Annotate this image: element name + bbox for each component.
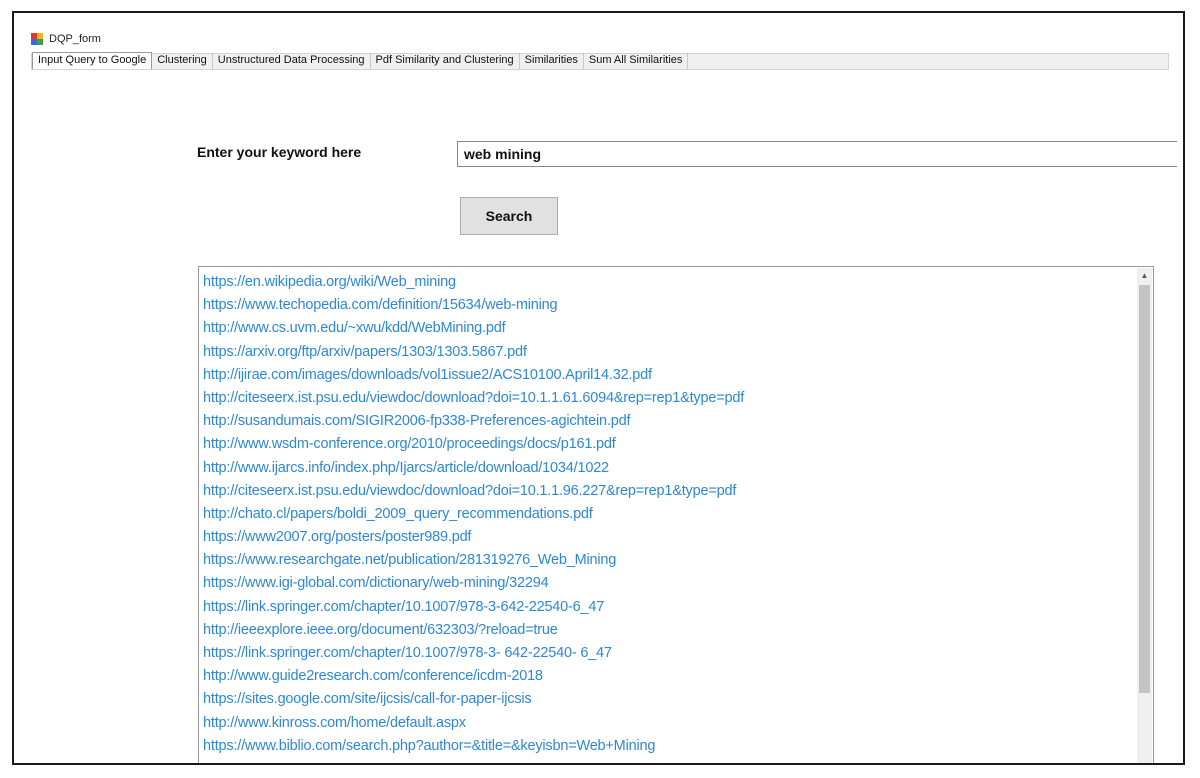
app-icon	[31, 33, 43, 45]
result-link[interactable]: http://ieeexplore.ieee.org/document/6323…	[203, 619, 744, 642]
results-list: https://en.wikipedia.org/wiki/Web_mining…	[203, 271, 744, 758]
result-link[interactable]: http://www.cs.uvm.edu/~xwu/kdd/WebMining…	[203, 317, 744, 340]
result-link[interactable]: http://susandumais.com/SIGIR2006-fp338-P…	[203, 410, 744, 433]
results-listbox[interactable]: https://en.wikipedia.org/wiki/Web_mining…	[198, 266, 1154, 763]
scroll-up-arrow-icon[interactable]: ▲	[1137, 268, 1152, 283]
tab-unstructured-data-processing[interactable]: Unstructured Data Processing	[213, 53, 371, 69]
result-link[interactable]: http://www.guide2research.com/conference…	[203, 665, 744, 688]
scrollbar-thumb[interactable]	[1139, 285, 1150, 693]
vertical-scrollbar[interactable]: ▲	[1137, 268, 1152, 763]
tab-pdf-similarity-clustering[interactable]: Pdf Similarity and Clustering	[371, 53, 520, 69]
result-link[interactable]: https://arxiv.org/ftp/arxiv/papers/1303/…	[203, 341, 744, 364]
result-link[interactable]: http://www.kinross.com/home/default.aspx	[203, 712, 744, 735]
result-link[interactable]: https://www2007.org/posters/poster989.pd…	[203, 526, 744, 549]
result-link[interactable]: https://www.igi-global.com/dictionary/we…	[203, 572, 744, 595]
result-link[interactable]: https://www.biblio.com/search.php?author…	[203, 735, 744, 758]
search-button[interactable]: Search	[460, 197, 558, 235]
keyword-input[interactable]	[457, 141, 1177, 167]
tab-sum-all-similarities[interactable]: Sum All Similarities	[584, 53, 689, 69]
result-link[interactable]: https://www.researchgate.net/publication…	[203, 549, 744, 572]
result-link[interactable]: https://link.springer.com/chapter/10.100…	[203, 642, 744, 665]
app-window: DQP_form Input Query to Google Clusterin…	[12, 11, 1185, 765]
result-link[interactable]: http://citeseerx.ist.psu.edu/viewdoc/dow…	[203, 480, 744, 503]
tab-input-query[interactable]: Input Query to Google	[32, 52, 153, 69]
result-link[interactable]: http://chato.cl/papers/boldi_2009_query_…	[203, 503, 744, 526]
window-titlebar: DQP_form	[31, 30, 101, 48]
keyword-label: Enter your keyword here	[197, 144, 362, 160]
result-link[interactable]: http://citeseerx.ist.psu.edu/viewdoc/dow…	[203, 387, 744, 410]
window-title: DQP_form	[49, 33, 101, 45]
result-link[interactable]: http://www.wsdm-conference.org/2010/proc…	[203, 433, 744, 456]
result-link[interactable]: https://www.techopedia.com/definition/15…	[203, 294, 744, 317]
result-link[interactable]: http://ijirae.com/images/downloads/vol1i…	[203, 364, 744, 387]
tab-similarities[interactable]: Similarities	[520, 53, 584, 69]
result-link[interactable]: https://sites.google.com/site/ijcsis/cal…	[203, 688, 744, 711]
result-link[interactable]: https://en.wikipedia.org/wiki/Web_mining	[203, 271, 744, 294]
result-link[interactable]: http://www.ijarcs.info/index.php/Ijarcs/…	[203, 457, 744, 480]
tab-clustering[interactable]: Clustering	[152, 53, 213, 69]
tab-strip: Input Query to Google Clustering Unstruc…	[31, 52, 1169, 70]
result-link[interactable]: https://link.springer.com/chapter/10.100…	[203, 596, 744, 619]
